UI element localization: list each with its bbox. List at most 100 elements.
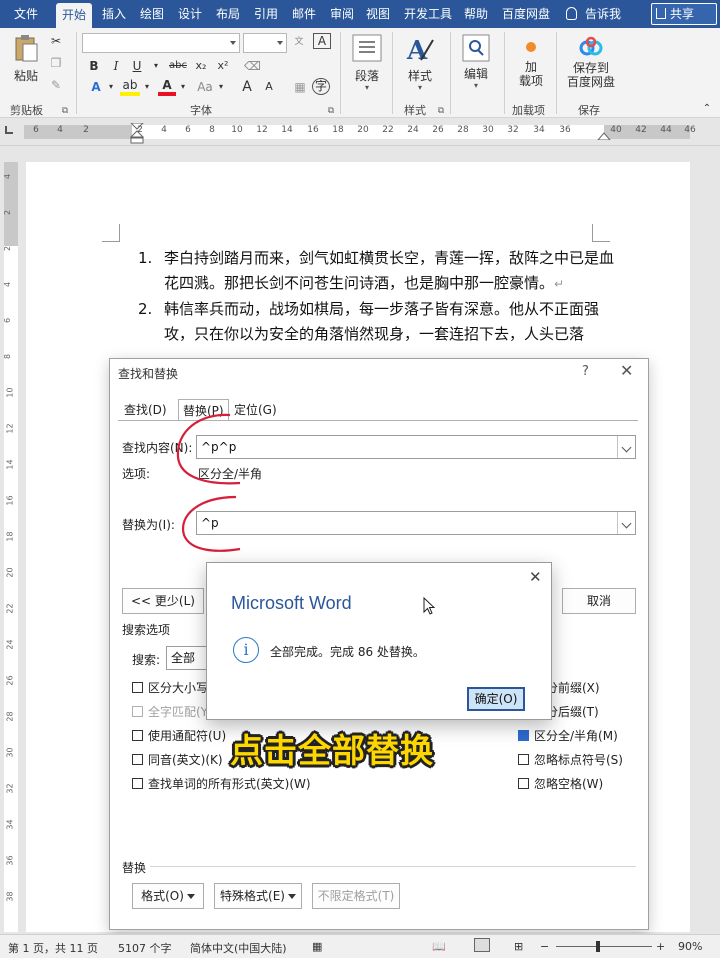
tab-find[interactable]: 查找(D) (124, 399, 167, 421)
word-count[interactable]: 5107 个字 (118, 940, 172, 956)
format-painter-icon[interactable]: ✎ (48, 76, 64, 94)
zoom-slider-track[interactable] (556, 946, 652, 947)
underline-chevron-icon[interactable]: ▾ (150, 57, 162, 75)
chevron-down-icon[interactable] (617, 512, 635, 534)
page-count[interactable]: 第 1 页，共 11 页 (8, 940, 98, 956)
wildcards-checkbox[interactable]: 使用通配符(U) (132, 727, 226, 744)
print-layout-icon[interactable] (474, 938, 490, 952)
paragraph-icon (352, 34, 382, 62)
list-item[interactable]: 1. 李白持剑踏月而来，剑气如虹横贯长空，青莲一挥，敌阵之中已是血花四溅。那把长… (138, 246, 618, 297)
match-case-checkbox[interactable]: 区分大小写 (132, 679, 208, 696)
chevron-down-icon[interactable]: ▾ (178, 78, 188, 96)
numbered-list[interactable]: 1. 李白持剑踏月而来，剑气如虹横贯长空，青莲一挥，敌阵之中已是血花四溅。那把长… (138, 246, 618, 347)
options-label: 选项: (122, 467, 151, 481)
share-button[interactable]: 共享 (651, 3, 717, 25)
replace-with-input[interactable]: ^p (196, 511, 636, 535)
cut-icon[interactable]: ✂ (48, 32, 64, 50)
special-button[interactable]: 特殊格式(E) (214, 883, 302, 909)
tab-references[interactable]: 引用 (252, 0, 280, 28)
tab-mailings[interactable]: 邮件 (290, 0, 318, 28)
superscript-button[interactable]: x² (214, 57, 232, 75)
match-width-checkbox[interactable]: 区分全/半角(M) (518, 727, 618, 744)
save-to-baidu-button[interactable]: 保存到 百度网盘 (564, 36, 618, 89)
chevron-down-icon[interactable]: ▾ (106, 78, 116, 96)
zoom-level[interactable]: 90% (678, 940, 702, 953)
web-layout-icon[interactable]: ⊞ (514, 940, 523, 953)
editing-button[interactable]: 编辑 ▾ (458, 34, 494, 90)
copy-icon[interactable]: ❐ (48, 54, 64, 72)
tab-draw[interactable]: 绘图 (138, 0, 166, 28)
tell-me-search[interactable]: 告诉我 (566, 0, 621, 28)
horizontal-ruler[interactable]: 6 4 2 2 4 6 8 10 12 14 16 18 20 22 24 26 28 30 32 34 36 40 42 4… (0, 118, 720, 146)
search-direction-select[interactable]: 全部 (166, 646, 206, 670)
styles-button[interactable]: A 样式 ▾ (402, 34, 438, 92)
ignore-punctuation-checkbox[interactable]: 忽略标点符号(S) (518, 751, 623, 768)
chevron-down-icon[interactable]: ▾ (216, 78, 226, 96)
vruler-tick-label: 22 (5, 603, 15, 614)
ok-button[interactable]: 确定(O) (467, 687, 525, 711)
tab-review[interactable]: 审阅 (328, 0, 356, 28)
tab-help[interactable]: 帮助 (462, 0, 490, 28)
addins-button[interactable]: 加 载项 (512, 38, 550, 88)
highlighter-icon[interactable]: ab (120, 78, 140, 96)
text-effects-icon[interactable]: A (86, 78, 106, 96)
zoom-in-button[interactable]: + (656, 940, 665, 953)
cancel-button[interactable]: 取消 (562, 588, 636, 614)
paragraph-button[interactable]: 段落 ▾ (350, 34, 384, 92)
close-icon[interactable]: ✕ (529, 568, 542, 586)
char-border-icon[interactable]: A (313, 33, 331, 49)
chevron-down-icon[interactable] (617, 436, 635, 458)
collapse-ribbon-icon[interactable]: ⌃ (700, 100, 714, 118)
whole-word-checkbox[interactable]: 全字匹配(Y) (132, 703, 213, 720)
sounds-like-checkbox[interactable]: 同音(英文)(K) (132, 751, 223, 768)
no-formatting-button[interactable]: 不限定格式(T) (312, 883, 400, 909)
video-caption: 点击全部替换 (230, 731, 434, 770)
vruler-tick-label: 32 (5, 783, 15, 794)
paste-button[interactable]: 粘贴 (8, 34, 44, 84)
strikethrough-button[interactable]: abc (166, 57, 190, 75)
save-line1: 保存到 (572, 61, 609, 75)
tab-layout[interactable]: 布局 (214, 0, 242, 28)
change-case-button[interactable]: Aa (194, 78, 216, 96)
all-word-forms-checkbox[interactable]: 查找单词的所有形式(英文)(W) (132, 775, 311, 792)
tab-home[interactable]: 开始 (56, 3, 93, 28)
zoom-slider-thumb[interactable] (596, 941, 600, 952)
ignore-spaces-checkbox[interactable]: 忽略空格(W) (518, 775, 603, 792)
tab-view[interactable]: 视图 (364, 0, 392, 28)
font-size-box[interactable] (243, 33, 287, 53)
checkbox-box (518, 754, 529, 765)
underline-button[interactable]: U (128, 57, 146, 75)
shrink-font-button[interactable]: A (262, 78, 276, 96)
read-mode-icon[interactable]: 📖 (432, 940, 446, 953)
vertical-ruler[interactable]: 4 2 2 4 6 8 10 12 14 16 18 20 22 24 26 28 30 32 34 36 38 (3, 162, 18, 932)
language-status[interactable]: 简体中文(中国大陆) (190, 940, 287, 956)
help-button[interactable]: ? (582, 364, 589, 379)
italic-button[interactable]: I (108, 57, 124, 75)
subscript-button[interactable]: x₂ (192, 57, 210, 75)
tab-insert[interactable]: 插入 (100, 0, 128, 28)
tab-baidu[interactable]: 百度网盘 (500, 0, 552, 28)
bold-button[interactable]: B (86, 57, 102, 75)
tell-me-label: 告诉我 (585, 7, 622, 21)
less-button[interactable]: << 更少(L) (122, 588, 204, 614)
accessibility-icon[interactable]: ▦ (312, 940, 322, 953)
tab-developer[interactable]: 开发工具 (402, 0, 454, 28)
font-name-box[interactable] (82, 33, 240, 53)
phonetic-guide-icon[interactable]: 文 (292, 33, 306, 51)
char-shading-icon[interactable]: ▦ (292, 78, 308, 96)
format-button[interactable]: 格式(O) (132, 883, 204, 909)
grow-font-button[interactable]: A (240, 78, 254, 96)
find-what-input[interactable]: ^p^p (196, 435, 636, 459)
tab-file[interactable]: 文件 (12, 0, 40, 28)
tab-design[interactable]: 设计 (176, 0, 204, 28)
lightbulb-icon (566, 7, 577, 20)
close-icon[interactable]: ✕ (620, 361, 633, 380)
zoom-out-button[interactable]: − (540, 940, 549, 953)
ruler-tick-label: 46 (684, 125, 696, 135)
chevron-down-icon[interactable]: ▾ (142, 78, 152, 96)
clear-format-icon[interactable]: ⌫ (244, 57, 261, 75)
font-color-icon[interactable]: A (158, 78, 176, 96)
enclose-char-icon[interactable]: 字 (312, 78, 330, 95)
tab-stop-selector-icon[interactable] (5, 126, 13, 134)
list-item[interactable]: 2. 韩信率兵而动，战场如棋局，每一步落子皆有深意。他从不正面强攻，只在你以为安… (138, 297, 618, 347)
